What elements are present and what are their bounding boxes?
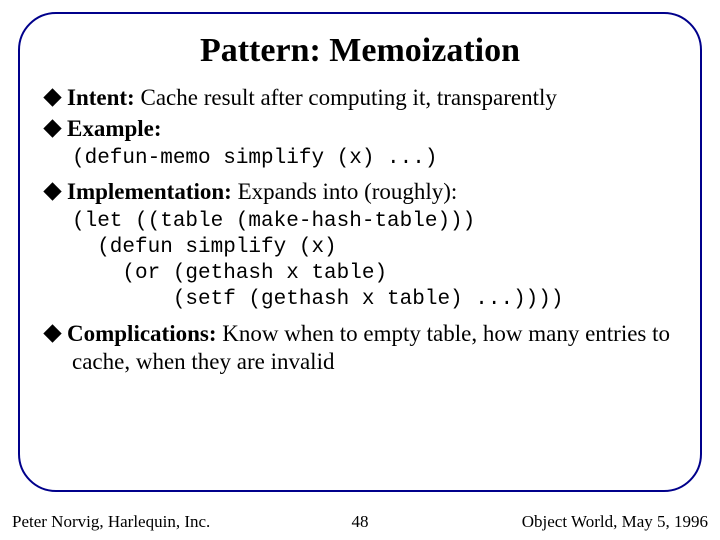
implementation-label: Implementation: xyxy=(67,179,232,204)
footer-right: Object World, May 5, 1996 xyxy=(522,512,708,532)
diamond-icon xyxy=(43,182,61,200)
bullet-intent: Intent: Cache result after computing it,… xyxy=(46,84,674,113)
slide-title: Pattern: Memoization xyxy=(46,32,674,70)
intent-text: Cache result after computing it, transpa… xyxy=(135,85,557,110)
bullet-implementation: Implementation: Expands into (roughly): xyxy=(46,178,674,207)
footer-left: Peter Norvig, Harlequin, Inc. xyxy=(12,512,210,532)
example-label: Example: xyxy=(67,116,162,141)
complications-label: Complications: xyxy=(67,321,217,346)
bullet-example: Example: xyxy=(46,115,674,144)
intent-label: Intent: xyxy=(67,85,135,110)
diamond-icon xyxy=(43,324,61,342)
bullet-complications: Complications: Know when to empty table,… xyxy=(46,320,674,378)
implementation-text: Expands into (roughly): xyxy=(232,179,458,204)
example-code: (defun-memo simplify (x) ...) xyxy=(72,146,674,172)
diamond-icon xyxy=(43,119,61,137)
diamond-icon xyxy=(43,88,61,106)
slide-frame: Pattern: Memoization Intent: Cache resul… xyxy=(18,12,702,492)
implementation-code: (let ((table (make-hash-table))) (defun … xyxy=(72,209,674,314)
slide-footer: Peter Norvig, Harlequin, Inc. 48 Object … xyxy=(0,512,720,532)
footer-page-number: 48 xyxy=(352,512,369,532)
